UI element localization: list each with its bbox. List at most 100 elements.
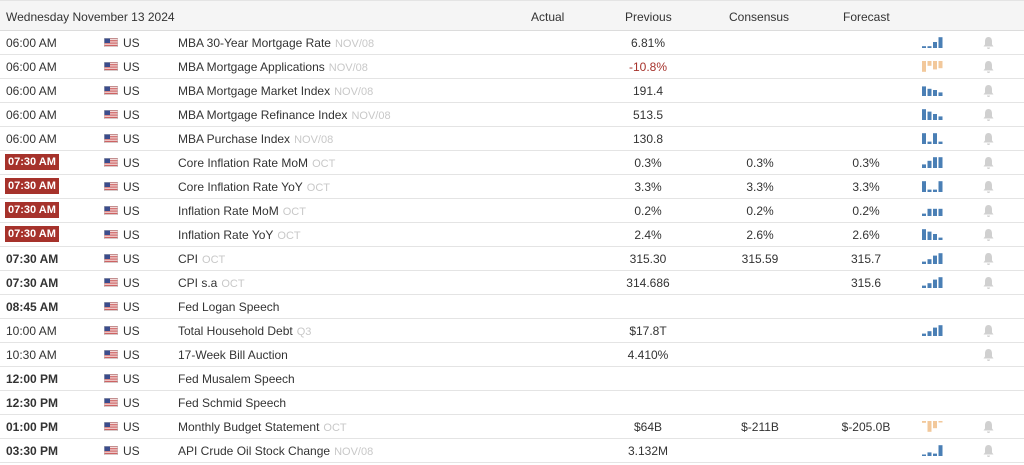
event-name-text[interactable]: MBA Mortgage Market Index (178, 84, 330, 98)
event-name[interactable]: CPI s.a OCT (178, 276, 245, 290)
table-row[interactable]: 03:30 PM US API Crude Oil Stock Change NOV/… (0, 439, 1024, 463)
table-row[interactable]: 01:00 PM US Monthly Budget Statement OCT $64… (0, 415, 1024, 439)
event-name-text[interactable]: Inflation Rate MoM (178, 204, 279, 218)
event-name-text[interactable]: API Crude Oil Stock Change (178, 444, 330, 458)
event-name[interactable]: MBA Mortgage Market Index NOV/08 (178, 84, 373, 98)
event-name[interactable]: Fed Logan Speech (178, 300, 279, 314)
sparkline-chart[interactable] (921, 227, 947, 241)
table-row[interactable]: 08:45 AM US Fed Logan Speech (0, 295, 1024, 319)
event-name[interactable]: MBA Purchase Index NOV/08 (178, 132, 333, 146)
bell-icon[interactable] (982, 36, 995, 50)
event-name[interactable]: 17-Week Bill Auction (178, 348, 288, 362)
event-name[interactable]: MBA Mortgage Refinance Index NOV/08 (178, 108, 391, 122)
sparkline-chart[interactable] (921, 107, 947, 121)
event-name-text[interactable]: MBA Mortgage Applications (178, 60, 325, 74)
event-name[interactable]: Fed Musalem Speech (178, 372, 295, 386)
event-time: 07:30 AM (5, 178, 59, 194)
event-name[interactable]: MBA Mortgage Applications NOV/08 (178, 60, 368, 74)
bell-icon[interactable] (982, 420, 995, 434)
us-flag-icon (104, 278, 118, 287)
bell-icon[interactable] (982, 324, 995, 338)
sparkline-bar (933, 90, 937, 96)
event-name-text[interactable]: Fed Musalem Speech (178, 372, 295, 386)
event-name[interactable]: Total Household Debt Q3 (178, 324, 311, 338)
sparkline-bar (922, 454, 926, 456)
event-name-text[interactable]: CPI s.a (178, 276, 217, 290)
table-row[interactable]: 07:30 AM US Core Inflation Rate YoY OCT 3.3%… (0, 175, 1024, 199)
sparkline-chart[interactable] (921, 131, 947, 145)
bell-icon[interactable] (982, 348, 995, 362)
sparkline-chart[interactable] (921, 275, 947, 289)
sparkline-bar (938, 92, 943, 96)
event-name[interactable]: Core Inflation Rate YoY OCT (178, 180, 330, 194)
sparkline-bar (927, 452, 932, 456)
table-row[interactable]: 07:30 AM US CPI OCT 315.30 315.59 315.7 (0, 247, 1024, 271)
forecast-value: 0.3% (852, 156, 880, 170)
event-name-text[interactable]: MBA Purchase Index (178, 132, 290, 146)
event-name-text[interactable]: Inflation Rate YoY (178, 228, 273, 242)
table-row[interactable]: 12:30 PM US Fed Schmid Speech (0, 391, 1024, 415)
table-row[interactable]: 12:00 PM US Fed Musalem Speech (0, 367, 1024, 391)
event-name-text[interactable]: CPI (178, 252, 198, 266)
table-row[interactable]: 07:30 AM US Inflation Rate MoM OCT 0.2% 0.2% 0… (0, 199, 1024, 223)
sparkline-chart[interactable] (921, 155, 947, 169)
event-name[interactable]: API Crude Oil Stock Change NOV/08 (178, 444, 373, 458)
bell-icon[interactable] (982, 204, 995, 218)
bell-icon[interactable] (982, 444, 995, 458)
event-name[interactable]: MBA 30-Year Mortgage Rate NOV/08 (178, 36, 374, 50)
table-row[interactable]: 06:00 AM US MBA Mortgage Refinance Index NO… (0, 103, 1024, 127)
bell-icon[interactable] (982, 228, 995, 242)
event-name[interactable]: CPI OCT (178, 252, 225, 266)
sparkline-chart[interactable] (921, 251, 947, 265)
event-name-text[interactable]: Core Inflation Rate YoY (178, 180, 303, 194)
event-name-text[interactable]: MBA 30-Year Mortgage Rate (178, 36, 331, 50)
table-row[interactable]: 10:30 AM US 17-Week Bill Auction 4.410% (0, 343, 1024, 367)
event-period: OCT (282, 206, 306, 218)
table-row[interactable]: 07:30 AM US CPI s.a OCT 314.686 315.6 (0, 271, 1024, 295)
event-name[interactable]: Inflation Rate YoY OCT (178, 228, 301, 242)
bell-icon[interactable] (982, 276, 995, 290)
bell-icon[interactable] (982, 180, 995, 194)
event-name-text[interactable]: MBA Mortgage Refinance Index (178, 108, 347, 122)
sparkline-chart[interactable] (921, 323, 947, 337)
header-previous[interactable]: Previous (625, 10, 672, 24)
event-name-text[interactable]: Fed Logan Speech (178, 300, 279, 314)
event-name-text[interactable]: Core Inflation Rate MoM (178, 156, 308, 170)
table-row[interactable]: 06:00 AM US MBA Mortgage Applications NOV/0… (0, 55, 1024, 79)
event-name[interactable]: Inflation Rate MoM OCT (178, 204, 306, 218)
bell-icon[interactable] (982, 60, 995, 74)
sparkline-chart[interactable] (921, 203, 947, 217)
bell-icon[interactable] (982, 108, 995, 122)
header-consensus[interactable]: Consensus (729, 10, 789, 24)
sparkline-chart[interactable] (921, 83, 947, 97)
bell-icon[interactable] (982, 132, 995, 146)
bell-icon[interactable] (982, 252, 995, 266)
event-name[interactable]: Fed Schmid Speech (178, 396, 286, 410)
event-period: OCT (323, 422, 347, 434)
sparkline-chart[interactable] (921, 443, 947, 457)
event-name-text[interactable]: Monthly Budget Statement (178, 420, 319, 434)
event-name[interactable]: Core Inflation Rate MoM OCT (178, 156, 335, 170)
bell-icon[interactable] (982, 84, 995, 98)
event-name[interactable]: Monthly Budget Statement OCT (178, 420, 347, 434)
sparkline-bar (927, 283, 932, 288)
sparkline-chart[interactable] (921, 179, 947, 193)
bell-icon[interactable] (982, 156, 995, 170)
table-row[interactable]: 10:00 AM US Total Household Debt Q3 $17.8T (0, 319, 1024, 343)
sparkline-bar (933, 453, 937, 456)
header-forecast[interactable]: Forecast (843, 10, 890, 24)
table-row[interactable]: 07:30 AM US Inflation Rate YoY OCT 2.4% 2.6% 2… (0, 223, 1024, 247)
event-name-text[interactable]: Total Household Debt (178, 324, 293, 338)
table-row[interactable]: 06:00 AM US MBA Purchase Index NOV/08 130.8 (0, 127, 1024, 151)
sparkline-chart[interactable] (921, 59, 947, 73)
table-row[interactable]: 06:00 AM US MBA 30-Year Mortgage Rate NOV/0… (0, 31, 1024, 55)
event-name-text[interactable]: 17-Week Bill Auction (178, 348, 288, 362)
country-code: US (123, 36, 140, 50)
event-period: OCT (277, 230, 301, 242)
sparkline-chart[interactable] (921, 419, 947, 433)
sparkline-chart[interactable] (921, 35, 947, 49)
header-actual[interactable]: Actual (531, 10, 564, 24)
table-row[interactable]: 07:30 AM US Core Inflation Rate MoM OCT 0.3%… (0, 151, 1024, 175)
event-name-text[interactable]: Fed Schmid Speech (178, 396, 286, 410)
table-row[interactable]: 06:00 AM US MBA Mortgage Market Index NOV/0… (0, 79, 1024, 103)
